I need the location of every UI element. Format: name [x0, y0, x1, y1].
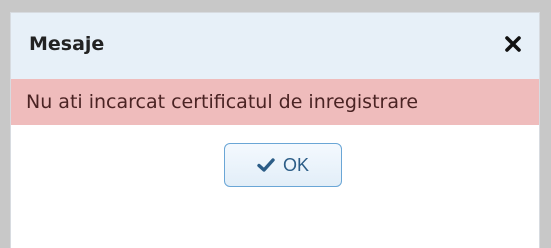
ok-button-label: OK	[282, 154, 309, 175]
error-message: Nu ati incarcat certificatul de inregist…	[11, 79, 539, 125]
dialog-titlebar: Mesaje	[11, 13, 539, 79]
ok-button[interactable]: OK	[224, 143, 342, 187]
checkmark-icon	[257, 157, 275, 173]
close-icon[interactable]	[501, 32, 525, 56]
dialog-title: Mesaje	[29, 33, 105, 55]
message-dialog: Mesaje Nu ati incarcat certificatul de i…	[10, 12, 540, 248]
